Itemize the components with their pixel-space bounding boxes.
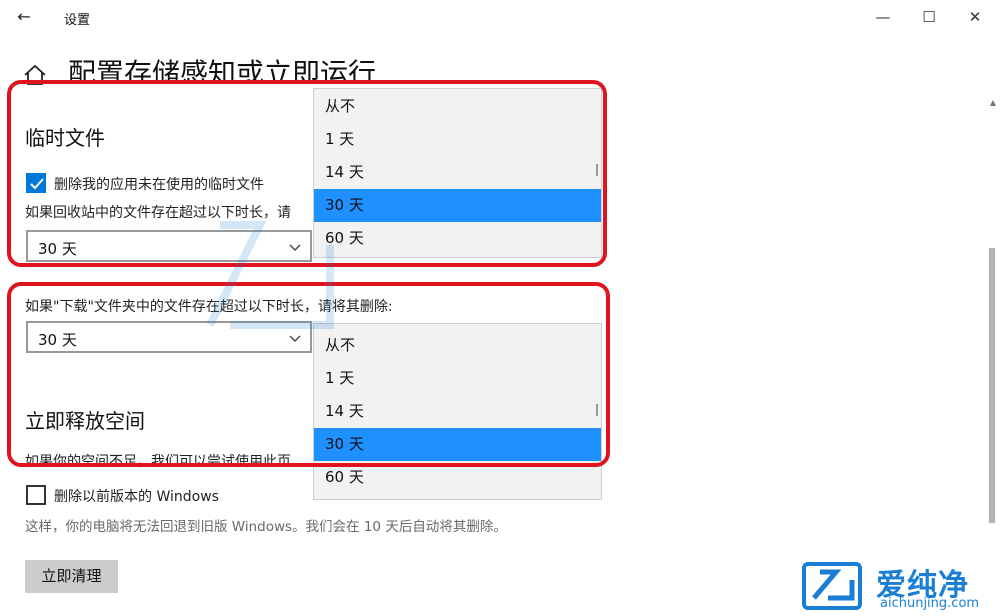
brand-site: aichunjing.com	[880, 596, 980, 611]
scroll-up-icon[interactable]: ▲	[988, 98, 998, 108]
close-button[interactable]: ✕	[952, 0, 998, 34]
page-scrollbar-thumb[interactable]	[989, 248, 995, 523]
window-title: 设置	[64, 13, 91, 28]
previous-windows-note: 这样，你的电脑将无法回退到旧版 Windows。我们会在 10 天后自动将其删除…	[25, 519, 507, 535]
delete-previous-windows-label: 删除以前版本的 Windows	[54, 489, 219, 505]
title-bar: ← 设置 — ☐ ✕	[0, 0, 1000, 34]
watermark-logo-icon	[200, 185, 340, 335]
back-arrow-icon[interactable]: ←	[10, 5, 38, 29]
brand-logo-icon	[802, 562, 862, 610]
minimize-button[interactable]: —	[860, 0, 906, 34]
page-title: 配置存储感知或立即运行	[68, 57, 377, 82]
delete-previous-windows-checkbox[interactable]	[26, 485, 46, 505]
brand-logo: 爱纯净 aichunjing.com	[800, 558, 1000, 616]
clean-now-button[interactable]: 立即清理	[25, 560, 118, 593]
maximize-button[interactable]: ☐	[906, 0, 952, 34]
